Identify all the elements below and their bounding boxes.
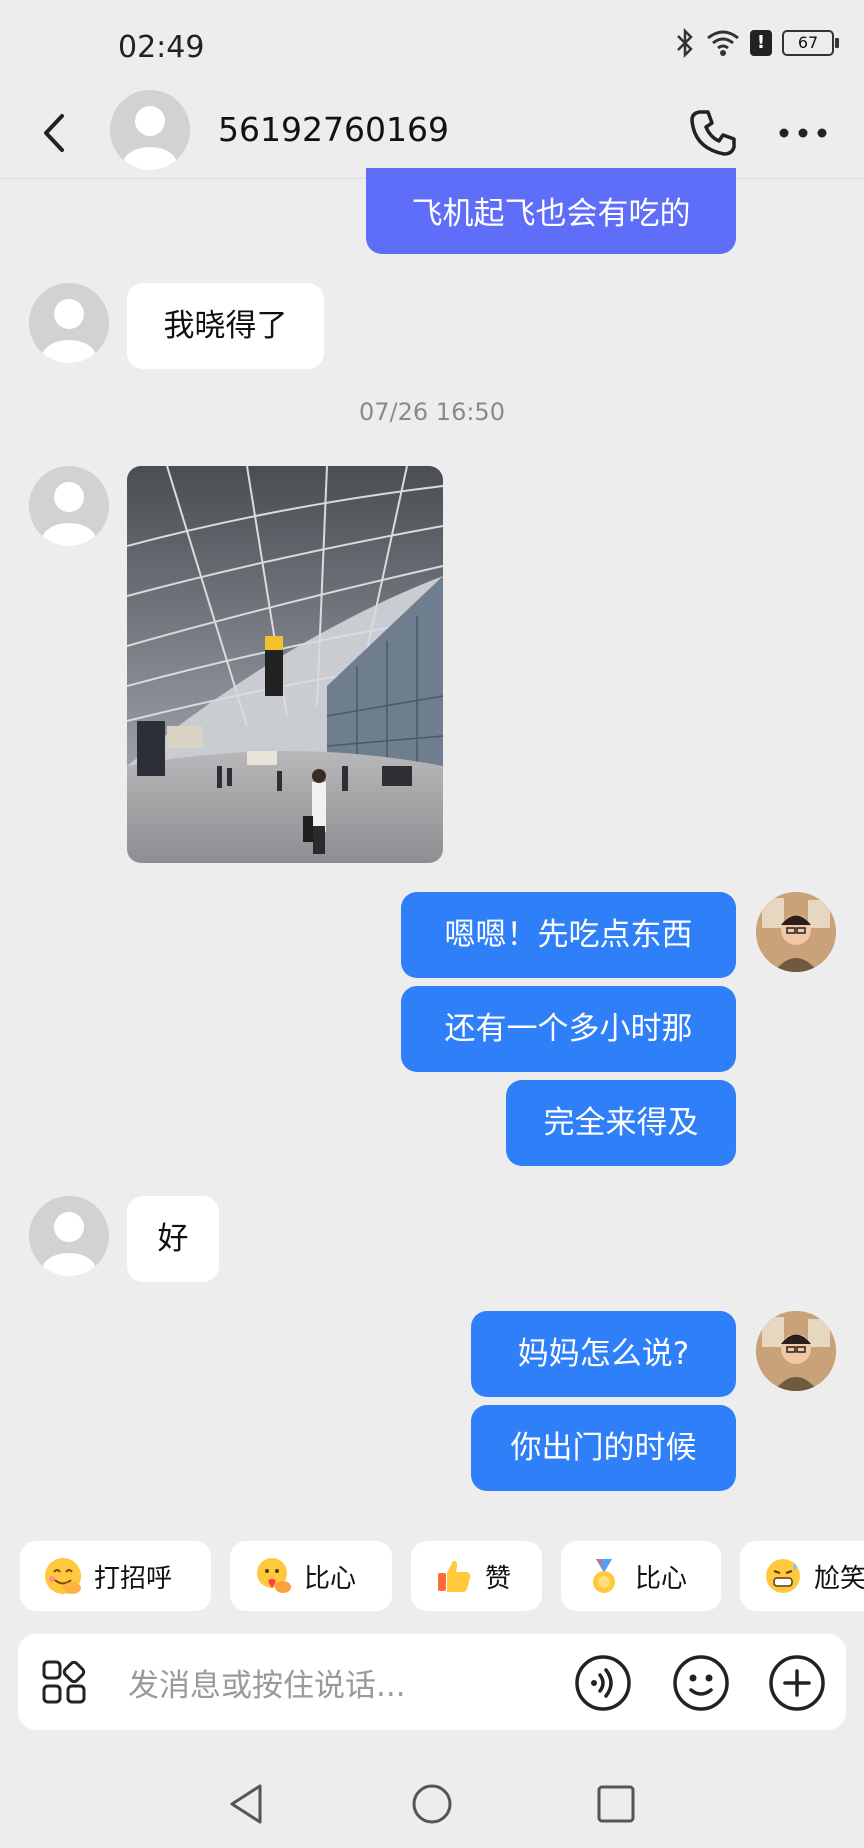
quick-reply-label: 尬笑 bbox=[814, 1563, 864, 1594]
system-navigation-bar bbox=[0, 1760, 864, 1848]
awkward-laugh-emoji-icon bbox=[766, 1559, 800, 1593]
status-time: 02:49 bbox=[118, 30, 205, 65]
message-bubble-outgoing[interactable]: 完全来得及 bbox=[506, 1080, 736, 1166]
message-bubble-incoming[interactable]: 我晓得了 bbox=[127, 283, 324, 369]
chat-header: 56192760169 bbox=[0, 90, 864, 179]
quick-reply-chip[interactable]: 赞 bbox=[411, 1541, 542, 1611]
nav-back-icon[interactable] bbox=[224, 1780, 272, 1828]
message-bubble-outgoing[interactable]: 嗯嗯！先吃点东西 bbox=[401, 892, 736, 978]
status-bar: 02:49 ! 67 bbox=[0, 0, 864, 90]
quick-reply-chip[interactable]: 比心 bbox=[230, 1541, 392, 1611]
alert-icon: ! bbox=[750, 30, 772, 56]
message-bubble-incoming[interactable]: 好 bbox=[127, 1196, 219, 1282]
contact-message-avatar[interactable] bbox=[29, 283, 109, 363]
message-bubble-outgoing[interactable]: 妈妈怎么说? bbox=[471, 1311, 736, 1397]
message-bubble-outgoing[interactable]: 飞机起飞也会有吃的 bbox=[366, 168, 736, 254]
smiling-hand-emoji-icon bbox=[45, 1558, 81, 1594]
quick-reply-chip[interactable]: 尬笑 bbox=[740, 1541, 864, 1611]
battery-icon: 67 bbox=[782, 30, 839, 56]
contact-avatar[interactable] bbox=[110, 90, 190, 170]
message-bubble-outgoing[interactable]: 你出门的时候 bbox=[471, 1405, 736, 1491]
emoji-icon[interactable] bbox=[672, 1654, 730, 1712]
wifi-icon bbox=[707, 30, 739, 56]
bluetooth-icon bbox=[677, 28, 693, 58]
medal-emoji-icon bbox=[593, 1559, 615, 1593]
quick-reply-label: 比心 bbox=[304, 1563, 357, 1594]
my-avatar[interactable] bbox=[756, 892, 836, 972]
contact-message-avatar[interactable] bbox=[29, 1196, 109, 1276]
quick-reply-label: 打招呼 bbox=[94, 1563, 173, 1594]
apps-grid-icon[interactable] bbox=[40, 1658, 88, 1706]
more-options-icon[interactable] bbox=[776, 116, 830, 150]
heart-hands-emoji-icon bbox=[257, 1558, 291, 1593]
message-bubble-outgoing[interactable]: 还有一个多小时那 bbox=[401, 986, 736, 1072]
battery-level: 67 bbox=[797, 33, 819, 52]
contact-name[interactable]: 56192760169 bbox=[218, 110, 449, 149]
thumbs-up-emoji-icon bbox=[438, 1560, 471, 1592]
quick-reply-label: 赞 bbox=[485, 1563, 512, 1594]
phone-icon[interactable] bbox=[686, 106, 740, 160]
nav-recents-icon[interactable] bbox=[592, 1780, 640, 1828]
status-icons: ! 67 bbox=[674, 28, 839, 58]
quick-reply-bar: 打招呼 比心 赞 比心 尬笑 bbox=[0, 1541, 864, 1613]
message-timestamp: 07/26 16:50 bbox=[359, 398, 505, 426]
back-arrow-icon[interactable] bbox=[34, 108, 74, 158]
quick-reply-label: 比心 bbox=[635, 1563, 688, 1594]
nav-home-icon[interactable] bbox=[408, 1780, 456, 1828]
my-avatar[interactable] bbox=[756, 1311, 836, 1391]
message-input-bar: 发消息或按住说话... bbox=[18, 1634, 846, 1730]
image-message-airport[interactable] bbox=[127, 466, 443, 863]
add-icon[interactable] bbox=[768, 1654, 826, 1712]
quick-reply-chip[interactable]: 打招呼 bbox=[20, 1541, 211, 1611]
contact-message-avatar[interactable] bbox=[29, 466, 109, 546]
message-input[interactable]: 发消息或按住说话... bbox=[128, 1660, 406, 1705]
voice-icon[interactable] bbox=[574, 1654, 632, 1712]
quick-reply-chip[interactable]: 比心 bbox=[561, 1541, 721, 1611]
